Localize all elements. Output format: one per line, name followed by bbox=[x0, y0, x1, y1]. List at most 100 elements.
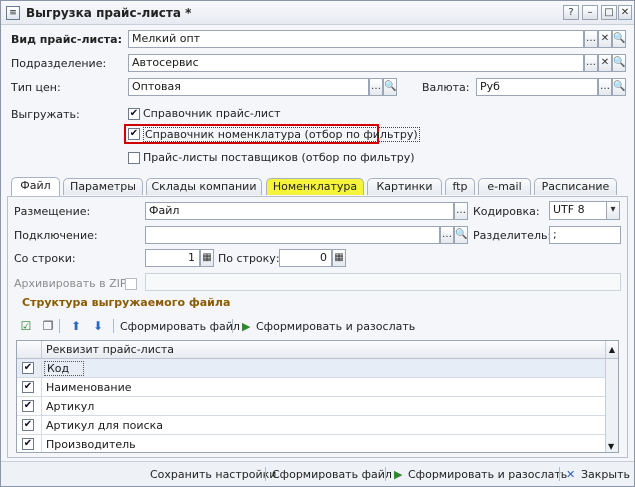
table-header: Реквизит прайс-листа ▲ bbox=[17, 341, 618, 359]
row-checkbox[interactable]: ✔ bbox=[22, 400, 34, 412]
play-icon: ▶ bbox=[242, 320, 251, 333]
generate-file-footer-button[interactable]: Сформировать файл bbox=[272, 468, 392, 481]
divider bbox=[385, 467, 386, 481]
encoding-label: Кодировка: bbox=[473, 205, 540, 218]
calculator-icon[interactable]: ▦ bbox=[332, 249, 346, 267]
arrow-down-icon[interactable]: ⬇ bbox=[90, 319, 106, 333]
zip-name-field[interactable] bbox=[145, 273, 621, 291]
currency-label: Валюта: bbox=[422, 81, 470, 94]
tab-pictures[interactable]: Картинки bbox=[367, 178, 442, 195]
to-row-field[interactable]: 0 bbox=[279, 249, 332, 267]
row-label: Артикул для поиска bbox=[46, 419, 163, 432]
row-label: Код bbox=[44, 361, 85, 376]
table-row[interactable]: ✔ Наименование bbox=[17, 378, 605, 397]
connection-label: Подключение: bbox=[14, 229, 98, 242]
divider bbox=[559, 467, 560, 481]
close-button[interactable]: Закрыть bbox=[581, 468, 630, 481]
tab-file[interactable]: Файл bbox=[11, 177, 60, 196]
open-icon[interactable]: 🔍 bbox=[454, 226, 468, 244]
division-label: Подразделение: bbox=[11, 57, 107, 70]
row-label: Наименование bbox=[46, 381, 132, 394]
chevron-down-icon[interactable]: ▾ bbox=[606, 201, 620, 220]
encoding-select[interactable]: UTF 8 bbox=[549, 201, 607, 220]
separator-label: Разделитель: bbox=[473, 229, 552, 242]
scroll-up-icon[interactable]: ▲ bbox=[605, 341, 618, 359]
row-checkbox[interactable]: ✔ bbox=[22, 362, 34, 374]
tab-schedule[interactable]: Расписание bbox=[534, 178, 617, 195]
export-pricelist-label: Справочник прайс-лист bbox=[143, 107, 281, 120]
export-supplier-lists-checkbox[interactable] bbox=[128, 152, 140, 164]
row-checkbox[interactable]: ✔ bbox=[22, 419, 34, 431]
scroll-down-icon[interactable]: ▼ bbox=[608, 442, 614, 451]
select-button[interactable]: … bbox=[369, 78, 383, 96]
open-icon[interactable]: 🔍 bbox=[612, 78, 626, 96]
connection-field[interactable] bbox=[145, 226, 440, 244]
table-row[interactable]: ✔ Артикул bbox=[17, 397, 605, 416]
column-header-attribute: Реквизит прайс-листа bbox=[46, 343, 175, 356]
clear-icon[interactable]: ✕ bbox=[598, 30, 612, 48]
divider bbox=[265, 467, 266, 481]
structure-section-title: Структура выгружаемого файла bbox=[22, 296, 231, 309]
generate-send-button[interactable]: Сформировать и разослать bbox=[256, 320, 415, 333]
tab-nomenclature[interactable]: Номенклатура bbox=[266, 178, 364, 195]
close-x-icon: ✕ bbox=[566, 468, 576, 481]
table-row[interactable]: ✔ Производитель bbox=[17, 435, 605, 452]
check-all-icon[interactable]: ☑ bbox=[18, 319, 34, 333]
arrow-up-icon[interactable]: ⬆ bbox=[68, 319, 84, 333]
zip-label: Архивировать в ZIP: bbox=[14, 277, 131, 290]
generate-file-button[interactable]: Сформировать файл bbox=[120, 320, 240, 333]
select-button[interactable]: … bbox=[440, 226, 454, 244]
export-nomenclature-label: Справочник номенклатура (отбор по фильтр… bbox=[143, 127, 420, 142]
export-supplier-lists-label: Прайс-листы поставщиков (отбор по фильтр… bbox=[143, 151, 415, 164]
price-type-field[interactable]: Оптовая bbox=[128, 78, 369, 96]
divider bbox=[232, 319, 233, 333]
division-field[interactable]: Автосервис bbox=[128, 54, 584, 72]
export-nomenclature-checkbox[interactable]: ✔ bbox=[128, 128, 140, 140]
from-row-field[interactable]: 1 bbox=[145, 249, 200, 267]
zip-checkbox[interactable] bbox=[125, 278, 137, 290]
vertical-scrollbar[interactable]: ▼ bbox=[605, 359, 618, 452]
minimize-icon[interactable]: – bbox=[582, 5, 598, 20]
row-label: Производитель bbox=[46, 438, 136, 451]
tab-warehouses[interactable]: Склады компании bbox=[146, 178, 262, 195]
tab-email[interactable]: e-mail bbox=[478, 178, 531, 195]
close-icon[interactable]: ✕ bbox=[618, 5, 632, 20]
clear-icon[interactable]: ✕ bbox=[598, 54, 612, 72]
select-button[interactable]: … bbox=[454, 202, 468, 220]
divider bbox=[59, 319, 60, 333]
form-icon: ≡ bbox=[6, 6, 20, 20]
separator-field[interactable]: ; bbox=[549, 226, 621, 244]
generate-send-footer-button[interactable]: Сформировать и разослать bbox=[408, 468, 567, 481]
calculator-icon[interactable]: ▦ bbox=[200, 249, 214, 267]
save-settings-button[interactable]: Сохранить настройки bbox=[150, 468, 276, 481]
export-label: Выгружать: bbox=[11, 108, 80, 121]
tab-parameters[interactable]: Параметры bbox=[63, 178, 143, 195]
table-row[interactable]: ✔ Код bbox=[17, 359, 605, 378]
row-checkbox[interactable]: ✔ bbox=[22, 438, 34, 450]
title-bar: ≡ Выгрузка прайс-листа * ? – □ ✕ bbox=[1, 1, 634, 25]
tab-ftp[interactable]: ftp bbox=[445, 178, 475, 195]
divider bbox=[113, 319, 114, 333]
open-icon[interactable]: 🔍 bbox=[383, 78, 397, 96]
select-button[interactable]: … bbox=[584, 54, 598, 72]
price-list-export-window: ≡ Выгрузка прайс-листа * ? – □ ✕ Вид пра… bbox=[0, 0, 635, 487]
export-pricelist-checkbox[interactable]: ✔ bbox=[128, 108, 140, 120]
help-icon[interactable]: ? bbox=[563, 5, 579, 20]
currency-field[interactable]: Руб bbox=[476, 78, 598, 96]
uncheck-all-icon[interactable]: ❐ bbox=[40, 319, 56, 333]
from-row-label: Со строки: bbox=[14, 252, 76, 265]
window-title: Выгрузка прайс-листа * bbox=[26, 6, 192, 20]
play-icon: ▶ bbox=[394, 468, 403, 481]
select-button[interactable]: … bbox=[598, 78, 612, 96]
open-icon[interactable]: 🔍 bbox=[612, 30, 626, 48]
select-button[interactable]: … bbox=[584, 30, 598, 48]
row-checkbox[interactable]: ✔ bbox=[22, 381, 34, 393]
kind-label: Вид прайс-листа: bbox=[11, 33, 122, 46]
kind-field[interactable]: Мелкий опт bbox=[128, 30, 584, 48]
placement-field[interactable]: Файл bbox=[145, 202, 454, 220]
structure-table: Реквизит прайс-листа ▲ ✔ Код ✔ Наименова… bbox=[16, 340, 619, 453]
maximize-icon[interactable]: □ bbox=[601, 5, 617, 20]
table-row[interactable]: ✔ Артикул для поиска bbox=[17, 416, 605, 435]
open-icon[interactable]: 🔍 bbox=[612, 54, 626, 72]
command-bar: Сохранить настройки Сформировать файл ▶ … bbox=[1, 461, 634, 486]
